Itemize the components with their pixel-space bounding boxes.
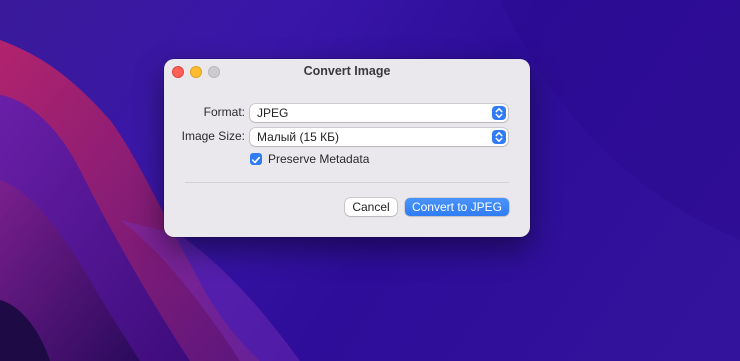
preserve-metadata-checkbox[interactable] <box>250 153 262 165</box>
desktop-background: Convert Image Format: JPEG Image Size: М… <box>0 0 740 361</box>
chevron-up-down-icon <box>492 106 506 120</box>
convert-button[interactable]: Convert to JPEG <box>405 198 509 216</box>
divider <box>185 182 509 183</box>
chevron-up-down-icon <box>492 130 506 144</box>
checkmark-icon <box>251 156 261 164</box>
dialog-title: Convert Image <box>303 64 391 78</box>
image-size-label: Image Size: <box>181 129 245 143</box>
title-bar[interactable]: Convert Image <box>164 59 530 85</box>
convert-image-dialog: Convert Image Format: JPEG Image Size: М… <box>164 59 530 237</box>
preserve-metadata-label[interactable]: Preserve Metadata <box>268 152 369 166</box>
format-select-value: JPEG <box>257 106 289 120</box>
format-label: Format: <box>203 105 245 119</box>
cancel-button[interactable]: Cancel <box>345 198 397 216</box>
image-size-select[interactable]: Малый (15 КБ) <box>250 128 508 146</box>
format-select[interactable]: JPEG <box>250 104 508 122</box>
image-size-select-value: Малый (15 КБ) <box>257 130 340 144</box>
